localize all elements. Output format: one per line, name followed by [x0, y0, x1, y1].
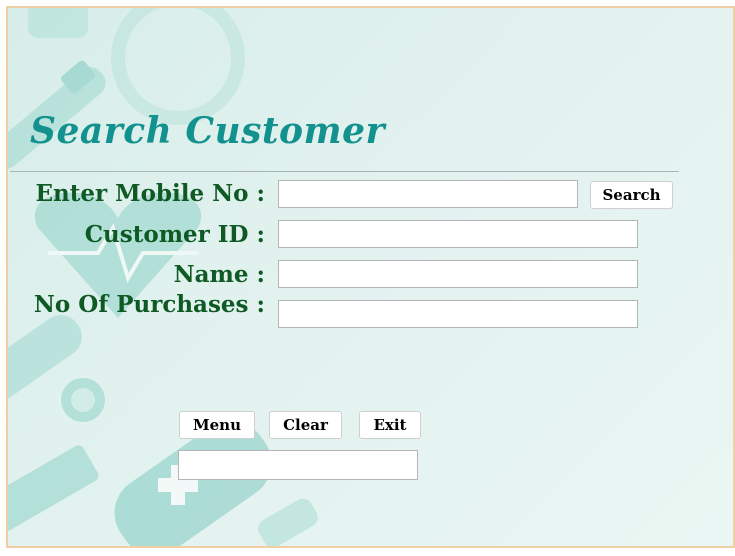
menu-button[interactable]: Menu	[179, 411, 255, 439]
mobile-number-input[interactable]	[278, 180, 578, 208]
customer-id-label: Customer ID :	[84, 221, 265, 248]
customer-id-input[interactable]	[278, 220, 638, 248]
status-field[interactable]	[178, 450, 418, 480]
exit-button[interactable]: Exit	[359, 411, 421, 439]
name-label: Name :	[173, 261, 265, 288]
mobile-label: Enter Mobile No :	[35, 180, 266, 207]
customer-search-window: Search Customer Enter Mobile No : Search…	[6, 6, 735, 548]
purchases-label: No Of Purchases :	[33, 291, 265, 318]
purchases-input[interactable]	[278, 300, 638, 328]
name-input[interactable]	[278, 260, 638, 288]
search-button[interactable]: Search	[590, 181, 673, 209]
title-divider	[10, 171, 679, 172]
page-title: Search Customer	[30, 110, 386, 152]
clear-button[interactable]: Clear	[269, 411, 342, 439]
